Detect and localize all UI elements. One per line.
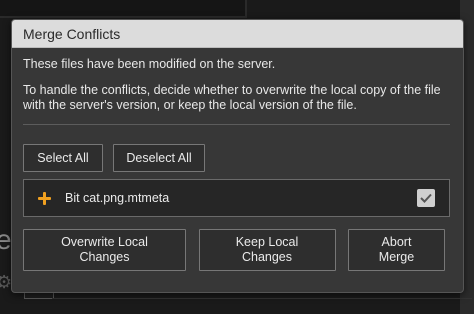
merge-conflicts-dialog: Merge Conflicts These files have been mo…	[11, 19, 464, 293]
action-buttons: Overwrite Local Changes Keep Local Chang…	[23, 229, 445, 271]
deselect-all-button[interactable]: Deselect All	[113, 144, 205, 172]
background-divider	[52, 298, 472, 299]
keep-local-changes-button[interactable]: Keep Local Changes	[198, 229, 336, 271]
dialog-divider	[23, 124, 450, 125]
abort-merge-button[interactable]: Abort Merge	[348, 229, 445, 271]
file-checkbox[interactable]	[417, 189, 435, 207]
background-panel	[0, 0, 247, 18]
dialog-content: These files have been modified on the se…	[12, 48, 463, 271]
background-text-fragment: e	[0, 224, 12, 255]
dialog-message-intro: These files have been modified on the se…	[23, 57, 276, 71]
plus-icon	[38, 191, 51, 205]
dialog-titlebar[interactable]: Merge Conflicts	[12, 20, 463, 48]
select-all-button[interactable]: Select All	[23, 144, 103, 172]
selection-buttons: Select All Deselect All	[23, 144, 452, 172]
conflict-file-list: Bit cat.png.mtmeta	[23, 179, 450, 217]
dialog-title: Merge Conflicts	[23, 25, 121, 42]
overwrite-local-changes-button[interactable]: Overwrite Local Changes	[23, 229, 186, 271]
checkmark-icon	[420, 193, 432, 203]
dialog-message-instructions: To handle the conflicts, decide whether …	[23, 83, 441, 112]
conflict-file-name: Bit cat.png.mtmeta	[65, 190, 170, 205]
